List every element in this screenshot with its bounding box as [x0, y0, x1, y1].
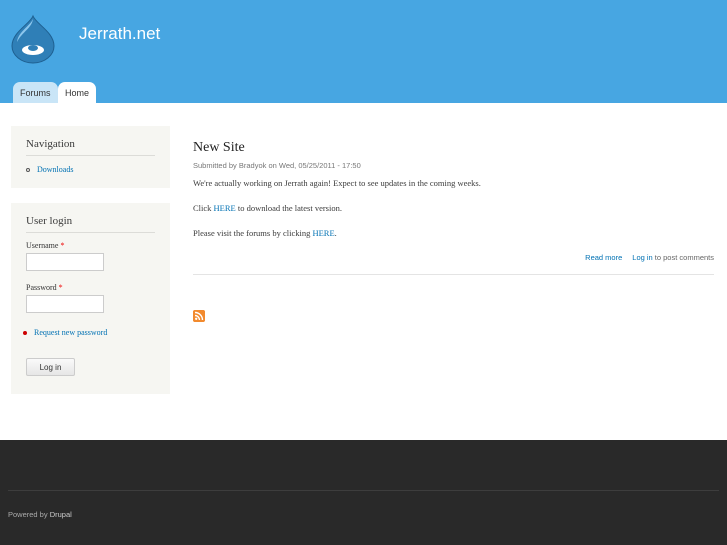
node-links: Read more Log in to post comments [193, 253, 714, 262]
footer: Powered by Drupal [0, 440, 727, 545]
node-paragraph: Please visit the forums by clicking HERE… [193, 228, 714, 239]
text: to download the latest version. [235, 203, 342, 213]
tab-forums[interactable]: Forums [13, 82, 58, 103]
navigation-title: Navigation [26, 126, 155, 156]
password-label-text: Password [26, 283, 57, 292]
node-title[interactable]: New Site [193, 140, 714, 156]
nav-item-downloads[interactable]: Downloads [26, 165, 155, 174]
username-label: Username * [26, 241, 155, 250]
forums-here-link[interactable]: HERE [312, 228, 334, 238]
header: Jerrath.net Forums Home [0, 0, 727, 103]
site-name[interactable]: Jerrath.net [79, 24, 160, 44]
bullet-icon [23, 330, 27, 335]
username-input[interactable] [26, 253, 104, 271]
download-here-link[interactable]: HERE [214, 203, 236, 213]
request-password-link[interactable]: Request new password [34, 328, 107, 337]
node-paragraph: Click HERE to download the latest versio… [193, 203, 714, 214]
main-content: New Site Submitted by Bradyok on Wed, 05… [193, 140, 714, 275]
footer-divider [8, 490, 719, 491]
navigation-block: Navigation Downloads [11, 126, 170, 188]
read-more-link[interactable]: Read more [585, 253, 622, 262]
required-marker: * [60, 241, 65, 250]
drupal-logo-icon[interactable] [10, 14, 56, 64]
user-login-block: User login Username * Password * Request… [11, 203, 170, 394]
text: . [334, 228, 337, 238]
post-comments-text: to post comments [652, 253, 714, 262]
login-title: User login [26, 203, 155, 233]
node-meta: Submitted by Bradyok on Wed, 05/25/2011 … [193, 161, 361, 170]
powered-by-text: Powered by [8, 510, 50, 519]
bullet-icon [26, 167, 30, 172]
node-paragraph: We're actually working on Jerrath again!… [193, 178, 481, 188]
tab-home[interactable]: Home [58, 82, 97, 103]
drupal-link[interactable]: Drupal [50, 510, 72, 519]
powered-by: Powered by Drupal [8, 510, 72, 519]
divider [193, 274, 714, 275]
required-marker: * [58, 283, 63, 292]
downloads-link[interactable]: Downloads [37, 165, 73, 174]
rss-feed-icon[interactable] [193, 310, 205, 322]
request-password-item[interactable]: Request new password [23, 328, 155, 337]
text: Please visit the forums by clicking [193, 228, 313, 238]
log-in-link[interactable]: Log in [632, 253, 652, 262]
username-label-text: Username [26, 241, 59, 250]
log-in-button[interactable]: Log in [26, 358, 75, 376]
password-label: Password * [26, 283, 155, 292]
text: Click [193, 203, 214, 213]
password-input[interactable] [26, 295, 104, 313]
